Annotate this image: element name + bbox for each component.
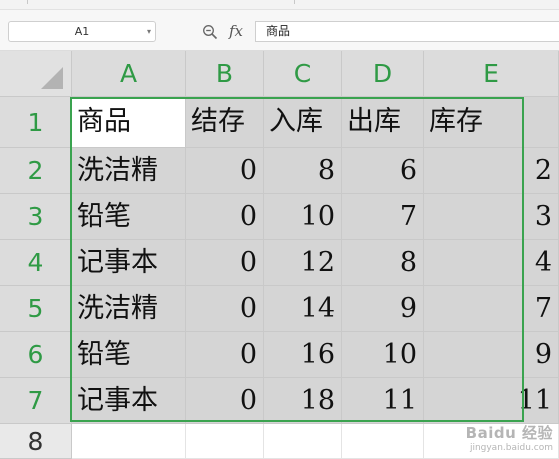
row-header-8[interactable]: 8 [0, 424, 72, 459]
row-header-6[interactable]: 6 [0, 332, 72, 378]
cell-B6[interactable]: 0 [186, 332, 264, 378]
cell-D2[interactable]: 6 [342, 148, 424, 194]
cell-A7[interactable]: 记事本 [72, 378, 186, 424]
select-all-corner[interactable] [0, 51, 72, 97]
row-header-7[interactable]: 7 [0, 378, 72, 424]
cell-B7[interactable]: 0 [186, 378, 264, 424]
cell-B1[interactable]: 结存 [186, 97, 264, 148]
select-all-triangle-icon [41, 67, 63, 89]
column-header-d[interactable]: D [342, 51, 424, 97]
cell-A4[interactable]: 记事本 [72, 240, 186, 286]
cell-D6[interactable]: 10 [342, 332, 424, 378]
cell-D7[interactable]: 11 [342, 378, 424, 424]
cell-D4[interactable]: 8 [342, 240, 424, 286]
cell-C7[interactable]: 18 [264, 378, 342, 424]
cell-B8[interactable] [186, 424, 264, 459]
cell-B4[interactable]: 0 [186, 240, 264, 286]
column-header-b[interactable]: B [186, 51, 264, 97]
cell-A6[interactable]: 铅笔 [72, 332, 186, 378]
cell-C4[interactable]: 12 [264, 240, 342, 286]
watermark: Baidu 经验 jingyan.baidu.com [466, 422, 553, 453]
row-header-4[interactable]: 4 [0, 240, 72, 286]
cell-D8[interactable] [342, 424, 424, 459]
column-header-c[interactable]: C [264, 51, 342, 97]
chevron-down-icon[interactable]: ▾ [147, 22, 151, 41]
row-header-3[interactable]: 3 [0, 194, 72, 240]
cell-E1[interactable]: 库存 [424, 97, 559, 148]
cell-E5[interactable]: 7 [424, 286, 559, 332]
cell-D5[interactable]: 9 [342, 286, 424, 332]
cell-B2[interactable]: 0 [186, 148, 264, 194]
column-header-a[interactable]: A [72, 51, 186, 97]
name-box[interactable]: A1 ▾ [8, 21, 156, 42]
cell-D3[interactable]: 7 [342, 194, 424, 240]
formula-bar: A1 ▾ fx 商品 [0, 10, 559, 51]
row-header-2[interactable]: 2 [0, 148, 72, 194]
cell-C6[interactable]: 16 [264, 332, 342, 378]
cell-A2[interactable]: 洗洁精 [72, 148, 186, 194]
name-box-value: A1 [74, 25, 90, 38]
cell-B3[interactable]: 0 [186, 194, 264, 240]
fx-icon[interactable]: fx [229, 22, 243, 40]
formula-input[interactable]: 商品 [255, 21, 559, 42]
cell-E2[interactable]: 2 [424, 148, 559, 194]
cell-E4[interactable]: 4 [424, 240, 559, 286]
cell-E6[interactable]: 9 [424, 332, 559, 378]
cell-C5[interactable]: 14 [264, 286, 342, 332]
cell-E3[interactable]: 3 [424, 194, 559, 240]
cell-A3[interactable]: 铅笔 [72, 194, 186, 240]
cell-D1[interactable]: 出库 [342, 97, 424, 148]
cell-E7[interactable]: 11 [424, 378, 559, 424]
cell-C1[interactable]: 入库 [264, 97, 342, 148]
cell-B5[interactable]: 0 [186, 286, 264, 332]
cell-A1[interactable]: 商品 [72, 97, 186, 148]
row-header-1[interactable]: 1 [0, 97, 72, 148]
column-header-e[interactable]: E [424, 51, 559, 97]
cell-C2[interactable]: 8 [264, 148, 342, 194]
toolbar-strip [0, 0, 559, 10]
cell-C3[interactable]: 10 [264, 194, 342, 240]
cell-A5[interactable]: 洗洁精 [72, 286, 186, 332]
cell-A8[interactable] [72, 424, 186, 459]
zoom-icon[interactable] [202, 24, 218, 40]
watermark-url: jingyan.baidu.com [469, 443, 553, 453]
cell-C8[interactable] [264, 424, 342, 459]
row-header-5[interactable]: 5 [0, 286, 72, 332]
watermark-logo: Baidu 经验 [465, 424, 553, 442]
